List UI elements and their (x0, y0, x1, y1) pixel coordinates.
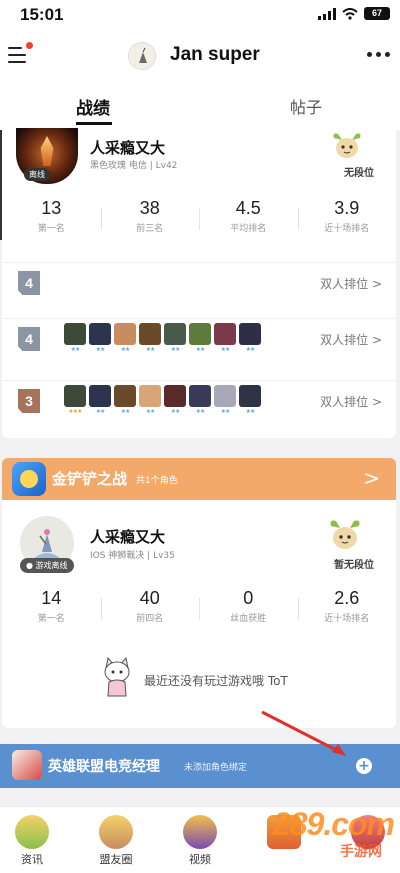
stat-recent10: 3.9 近十场排名 (297, 198, 397, 242)
tab-bar: 战绩 帖子 (0, 88, 400, 130)
champion-icon: ★★ (239, 385, 261, 415)
add-role-button[interactable]: + (356, 758, 372, 774)
placement-badge: 4 (18, 271, 40, 295)
stat-first: 14 第一名 (37, 588, 65, 624)
watermark-logo: 289.com (272, 806, 395, 842)
rank-label: 暂无段位 (334, 560, 374, 571)
champion-icon: ★★ (239, 323, 261, 353)
battery-icon: 67 (364, 7, 390, 20)
tab-records[interactable]: 战绩 (76, 94, 110, 119)
lol-record-card: 离线 人采瘾又大 黑色玫瑰 电信 | Lv42 无段位 13 第一名 38 前三名 … (2, 128, 396, 438)
champion-icon: ★★★ (64, 385, 86, 415)
tab-posts[interactable]: 帖子 (290, 94, 322, 118)
bottom-nav: 资讯 盟友圈 视频 289.com 手游网 (0, 806, 400, 873)
esports-manager-title: 英雄联盟电竞经理 (48, 759, 160, 775)
champion-list: ★★ ★★ ★★ ★★ ★★ ★★ ★★ ★★ (64, 323, 261, 353)
champion-icon: ★★ (189, 323, 211, 353)
champion-icon: ★★ (214, 323, 236, 353)
champion-icon: ★★ (114, 323, 136, 353)
chevron-right-icon[interactable]: > (363, 466, 380, 490)
status-time: 15:01 (20, 5, 64, 24)
rank-label: 无段位 (344, 168, 374, 179)
champion-icon: ★★ (89, 323, 111, 353)
nav-video[interactable]: 视频 (170, 815, 230, 867)
nav-allies[interactable]: 盟友圈 (86, 815, 146, 867)
notification-dot (26, 42, 33, 49)
rank-badge-icon (330, 520, 360, 549)
stats-row: 14 第一名 40 前四名 0 丝血获胜 2.6 近十场排名 (2, 588, 396, 632)
stat-low-hp-win: 0 丝血获胜 (199, 588, 298, 632)
stat-avg-rank: 4.5 平均排名 (199, 198, 298, 242)
stat-top4: 40 前四名 (100, 588, 200, 632)
match-row[interactable]: 4 ★★ ★★ ★★ ★★ ★★ ★★ ★★ ★★ 双人排位 > (2, 318, 396, 358)
role-count: 共1个角色 (136, 476, 178, 486)
stat-recent10: 2.6 近十场排名 (297, 588, 397, 632)
match-mode-link[interactable]: 双人排位 > (320, 393, 382, 410)
status-icons: 67 (318, 7, 390, 20)
placement-badge: 3 (18, 389, 40, 413)
esports-manager-subtitle: 未添加角色绑定 (184, 763, 248, 773)
more-options-icon[interactable] (367, 52, 390, 57)
golden-shovel-header[interactable]: 金铲铲之战 共1个角色 > (2, 458, 396, 500)
match-row[interactable]: 4 双人排位 > (2, 262, 396, 302)
news-icon (15, 815, 49, 849)
avatar[interactable] (128, 42, 156, 70)
esports-manager-bar[interactable]: 英雄联盟电竞经理 未添加角色绑定 + (0, 744, 400, 788)
champion-icon: ★★ (139, 385, 161, 415)
placement-badge: 4 (18, 327, 40, 351)
champion-icon: ★★ (214, 385, 236, 415)
champion-list: ★★★ ★★ ★★ ★★ ★★ ★★ ★★ ★★ (64, 385, 261, 415)
nav-news[interactable]: 资讯 (2, 815, 62, 867)
rank-badge-icon (333, 133, 361, 158)
champion-icon: ★★ (189, 385, 211, 415)
champion-icon: ★★ (164, 385, 186, 415)
allies-icon (99, 815, 133, 849)
esports-manager-app-icon (12, 750, 42, 780)
match-mode-link[interactable]: 双人排位 > (320, 331, 382, 348)
player-name: 人采瘾又大 (90, 528, 166, 546)
tab-indicator (76, 122, 112, 125)
wifi-icon (342, 7, 358, 20)
golden-shovel-game-icon (12, 462, 46, 496)
player-server-level: IOS 神狮裁决 | Lv35 (90, 551, 175, 561)
champion-icon: ★★ (164, 323, 186, 353)
player-name: 人采瘾又大 (90, 139, 166, 157)
online-status-badge: 离线 (24, 168, 50, 181)
player-server-level: 黑色玫瑰 电信 | Lv42 (90, 161, 178, 171)
profile-header: Jan super (0, 30, 400, 88)
empty-state-cat-icon (104, 656, 130, 697)
empty-state-text: 最近还没有玩过游戏哦 ToT (144, 674, 288, 688)
champion-icon: ★★ (114, 385, 136, 415)
champion-icon: ★★ (89, 385, 111, 415)
match-mode-link[interactable]: 双人排位 > (320, 275, 382, 292)
stat-first: 13 第一名 (37, 198, 65, 234)
stat-top3: 38 前三名 (100, 198, 200, 242)
menu-button[interactable] (8, 42, 33, 66)
stats-row: 13 第一名 38 前三名 4.5 平均排名 3.9 近十场排名 (2, 198, 396, 242)
golden-shovel-card: 金铲铲之战 共1个角色 > ● 游戏离线 人采瘾又大 IOS 神狮裁决 | Lv… (2, 458, 396, 728)
status-bar: 15:01 67 (0, 0, 400, 30)
username: Jan super (170, 44, 260, 65)
signal-icon (318, 7, 336, 20)
video-icon (183, 815, 217, 849)
game-title: 金铲铲之战 (52, 470, 128, 488)
match-row[interactable]: 3 ★★★ ★★ ★★ ★★ ★★ ★★ ★★ ★★ 双人排位 > (2, 380, 396, 420)
champion-icon: ★★ (139, 323, 161, 353)
watermark-sub: 手游网 (340, 844, 382, 860)
champion-icon: ★★ (64, 323, 86, 353)
online-status-badge: ● 游戏离线 (20, 558, 74, 573)
